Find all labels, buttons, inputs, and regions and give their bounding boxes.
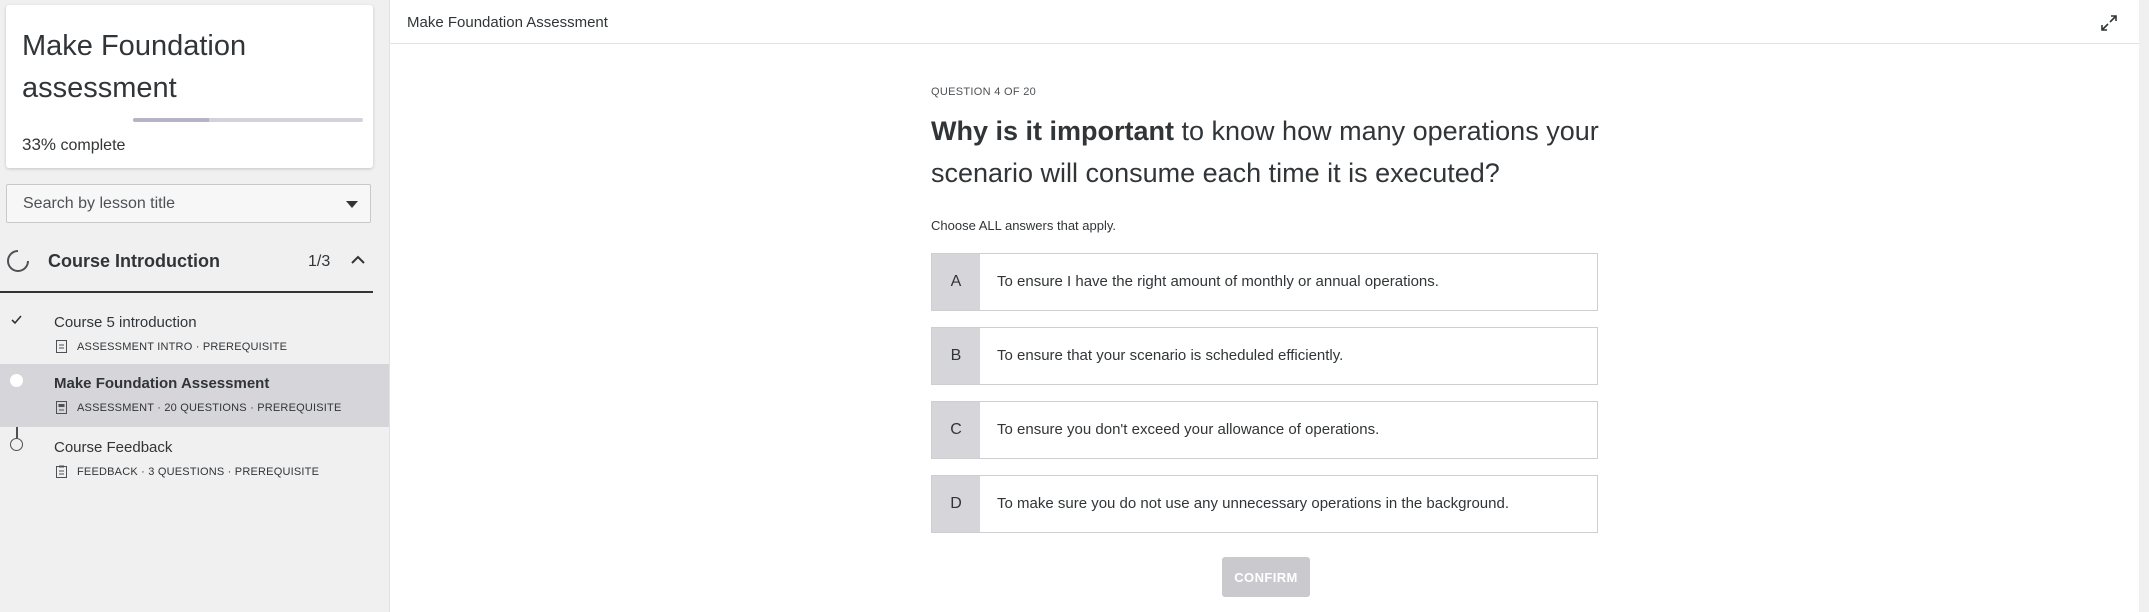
course-sidebar: Make Foundation assessment 33% complete … (0, 0, 389, 612)
lesson-meta: FEEDBACK · 3 QUESTIONS · PREREQUISITE (56, 465, 319, 478)
answer-option-c[interactable]: C To ensure you don't exceed your allowa… (931, 401, 1598, 459)
not-started-circle-icon (10, 438, 23, 451)
section-header-course-introduction[interactable]: Course Introduction 1/3 (0, 239, 373, 293)
current-lesson-marker-icon (10, 374, 23, 387)
question-text: Why is it important to know how many ope… (931, 110, 1611, 194)
section-title: Course Introduction (48, 251, 220, 271)
answer-text: To ensure that your scenario is schedule… (997, 347, 1344, 364)
lesson-meta: ASSESSMENT · 20 QUESTIONS · PREREQUISITE (56, 401, 342, 414)
progress-suffix: complete (60, 137, 126, 154)
lesson-item-course-feedback[interactable]: Course Feedback FEEDBACK · 3 QUESTIONS ·… (0, 428, 389, 491)
progress-label: 33% complete (22, 135, 125, 155)
confirm-button[interactable]: CONFIRM (1222, 557, 1310, 597)
question-emphasis: Why is it important (931, 116, 1174, 146)
assessment-icon (56, 401, 67, 414)
lesson-meta-text: ASSESSMENT · 20 QUESTIONS · PREREQUISITE (77, 401, 342, 414)
lesson-meta-text: FEEDBACK · 3 QUESTIONS · PREREQUISITE (77, 465, 320, 478)
answer-letter: A (932, 254, 980, 310)
check-icon (11, 315, 22, 325)
answer-option-b[interactable]: B To ensure that your scenario is schedu… (931, 327, 1598, 385)
chevron-up-icon[interactable] (351, 255, 365, 265)
question-counter: QUESTION 4 OF 20 (931, 86, 1037, 98)
answer-option-a[interactable]: A To ensure I have the right amount of m… (931, 253, 1598, 311)
lesson-item-course-5-introduction[interactable]: Course 5 introduction ASSESSMENT INTRO ·… (0, 303, 389, 366)
answer-text: To ensure I have the right amount of mon… (997, 273, 1439, 290)
page-right-gutter (2139, 0, 2149, 612)
course-title: Make Foundation assessment (22, 30, 247, 104)
answer-instruction: Choose ALL answers that apply. (931, 218, 1117, 233)
answer-option-d[interactable]: D To make sure you do not use any unnece… (931, 475, 1598, 533)
lesson-meta-text: ASSESSMENT INTRO · PREREQUISITE (77, 340, 288, 353)
lesson-search-placeholder: Search by lesson title (23, 195, 176, 212)
lesson-meta: ASSESSMENT INTRO · PREREQUISITE (56, 340, 287, 353)
answer-letter: B (932, 328, 980, 384)
answer-text: To make sure you do not use any unnecess… (997, 495, 1509, 512)
lesson-item-make-foundation-assessment[interactable]: Make Foundation Assessment ASSESSMENT · … (0, 364, 389, 427)
lesson-content: Make Foundation Assessment QUESTION 4 OF… (389, 0, 2149, 612)
lesson-header-title: Make Foundation Assessment (407, 14, 608, 31)
caret-down-icon (346, 201, 358, 208)
expand-icon[interactable] (2100, 14, 2118, 32)
section-progress-icon (7, 250, 29, 272)
lesson-header-bar: Make Foundation Assessment (390, 0, 2140, 44)
progress-bar (133, 118, 363, 122)
progress-percent: 33% (22, 135, 57, 154)
lesson-search-dropdown[interactable]: Search by lesson title (6, 184, 371, 223)
clipboard-icon (56, 465, 67, 478)
section-count: 1/3 (308, 253, 331, 270)
lesson-title: Course Feedback (54, 439, 173, 456)
lesson-title: Make Foundation Assessment (54, 375, 270, 392)
answer-letter: D (932, 476, 980, 532)
document-icon (56, 340, 67, 353)
lesson-title: Course 5 introduction (54, 314, 197, 331)
answer-letter: C (932, 402, 980, 458)
answer-text: To ensure you don't exceed your allowanc… (997, 421, 1380, 438)
progress-bar-fill (133, 118, 209, 122)
course-overview-card: Make Foundation assessment 33% complete (6, 5, 373, 168)
